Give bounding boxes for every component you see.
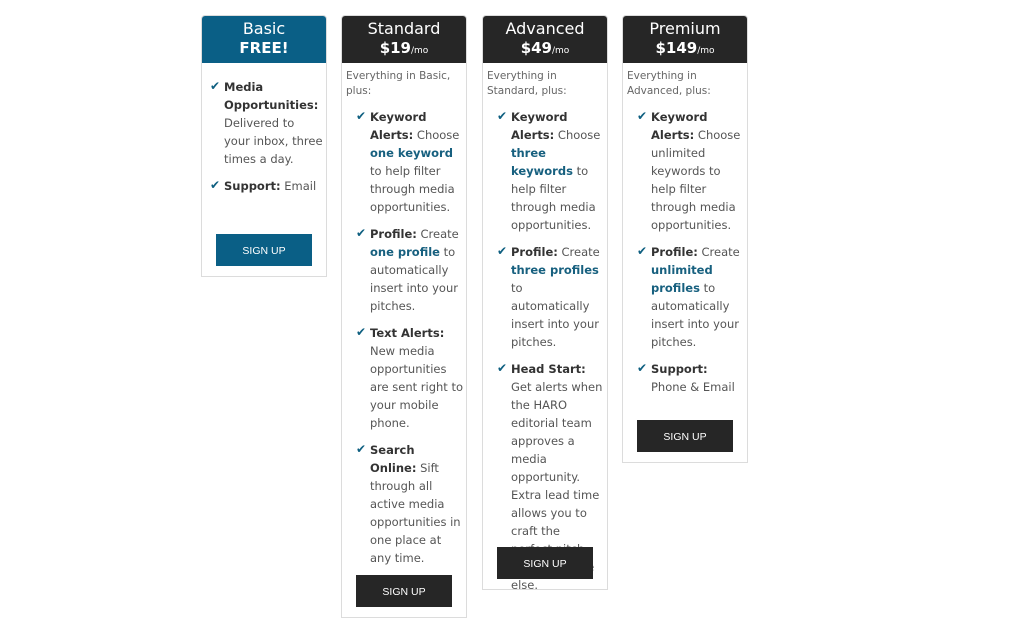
feature-item: ✔ Search Online: Sift through all active … [348,441,463,567]
feature-item: ✔ Profile: Create one profile to automati… [348,225,463,315]
checkmark-icon: ✔ [356,226,367,240]
plan-intro: Everything in Basic, plus: [346,70,451,97]
sign-up-button[interactable]: SIGN UP [356,575,452,607]
plan-card-standard: Standard $19/mo Everything in Basic, plus… [341,15,467,618]
checkmark-icon: ✔ [637,244,648,258]
feature-label: Profile: [651,245,698,259]
plan-price: $49 [520,39,552,57]
checkmark-icon: ✔ [356,325,367,339]
feature-text: to help filter through media opportuniti… [370,164,455,214]
plan-name: Premium [649,19,721,38]
plan-header: Premium $149/mo [623,16,747,63]
feature-text: New media opportunities are sent right t… [370,344,463,430]
feature-item: ✔ Support: Email [202,177,323,195]
feature-highlight: three keywords [511,146,573,178]
feature-label: Media Opportunities: [224,80,319,112]
feature-item: ✔ Keyword Alerts: Choose one keyword to h… [348,108,463,216]
plan-price: FREE! [239,39,289,57]
feature-item: ✔ Keyword Alerts: Choose unlimited keywor… [629,108,744,234]
checkmark-icon: ✔ [637,109,648,123]
feature-label: Support: [651,362,708,376]
feature-text: Create [697,245,740,259]
plan-name: Advanced [505,19,585,38]
feature-text: Delivered to your inbox, three times a d… [224,116,323,166]
plan-name: Basic [242,19,286,38]
feature-label: Head Start: [511,362,586,376]
plan-card-basic: Basic FREE! ✔ Media Opportunities: Deliver… [201,15,327,277]
feature-text: Choose [554,128,601,142]
feature-label: Search Online: [370,443,417,475]
plan-price: $19 [379,39,411,57]
checkmark-icon: ✔ [356,109,367,123]
plan-card-premium: Premium $149/mo Everything in Advanced, p… [622,15,748,463]
plan-intro: Everything in Advanced, plus: [627,70,711,97]
checkmark-icon: ✔ [210,79,221,93]
plan-name: Standard [367,19,441,38]
feature-item: ✔ Keyword Alerts: Choose three keywords t… [489,108,604,234]
checkmark-icon: ✔ [637,361,648,375]
plan-header: Advanced $49/mo [483,16,607,63]
feature-label: Profile: [370,227,417,241]
checkmark-icon: ✔ [497,109,508,123]
plan-intro: Everything in Standard, plus: [487,70,567,97]
plan-period: /mo [552,46,570,56]
feature-text: Create [416,227,459,241]
feature-item: ✔ Profile: Create unlimited profiles to a… [629,243,744,351]
feature-text: Choose [413,128,460,142]
plan-header: Standard $19/mo [342,16,466,63]
feature-text: Create [557,245,600,259]
feature-highlight: one profile [370,245,440,259]
feature-item: ✔ Media Opportunities: Delivered to your … [202,78,323,168]
checkmark-icon: ✔ [356,442,367,456]
feature-label: Text Alerts: [370,326,445,340]
feature-highlight: three profiles [511,263,599,277]
feature-text: Sift through all active media opportunit… [370,461,461,565]
checkmark-icon: ✔ [497,361,508,375]
feature-label: Support: [224,179,281,193]
checkmark-icon: ✔ [497,244,508,258]
feature-item: ✔ Text Alerts: New media opportunities ar… [348,324,463,432]
feature-text: to automatically insert into your pitche… [511,281,599,349]
sign-up-button[interactable]: SIGN UP [637,420,733,452]
checkmark-icon: ✔ [210,178,221,192]
feature-text: Email [280,179,317,193]
feature-item: ✔ Profile: Create three profiles to autom… [489,243,604,351]
sign-up-button[interactable]: SIGN UP [497,547,593,579]
plan-header: Basic FREE! [202,16,326,63]
plan-card-advanced: Advanced $49/mo Everything in Standard, p… [482,15,608,592]
plan-period: /mo [411,46,429,56]
plan-period: /mo [697,46,715,56]
feature-item: ✔ Support: Phone & Email [629,360,744,396]
plan-price: $149 [655,39,698,57]
feature-text: Phone & Email [651,380,735,394]
feature-highlight: one keyword [370,146,453,160]
feature-text: Choose unlimited keywords to help filter… [651,128,741,232]
feature-label: Profile: [511,245,558,259]
sign-up-button[interactable]: SIGN UP [216,234,312,266]
